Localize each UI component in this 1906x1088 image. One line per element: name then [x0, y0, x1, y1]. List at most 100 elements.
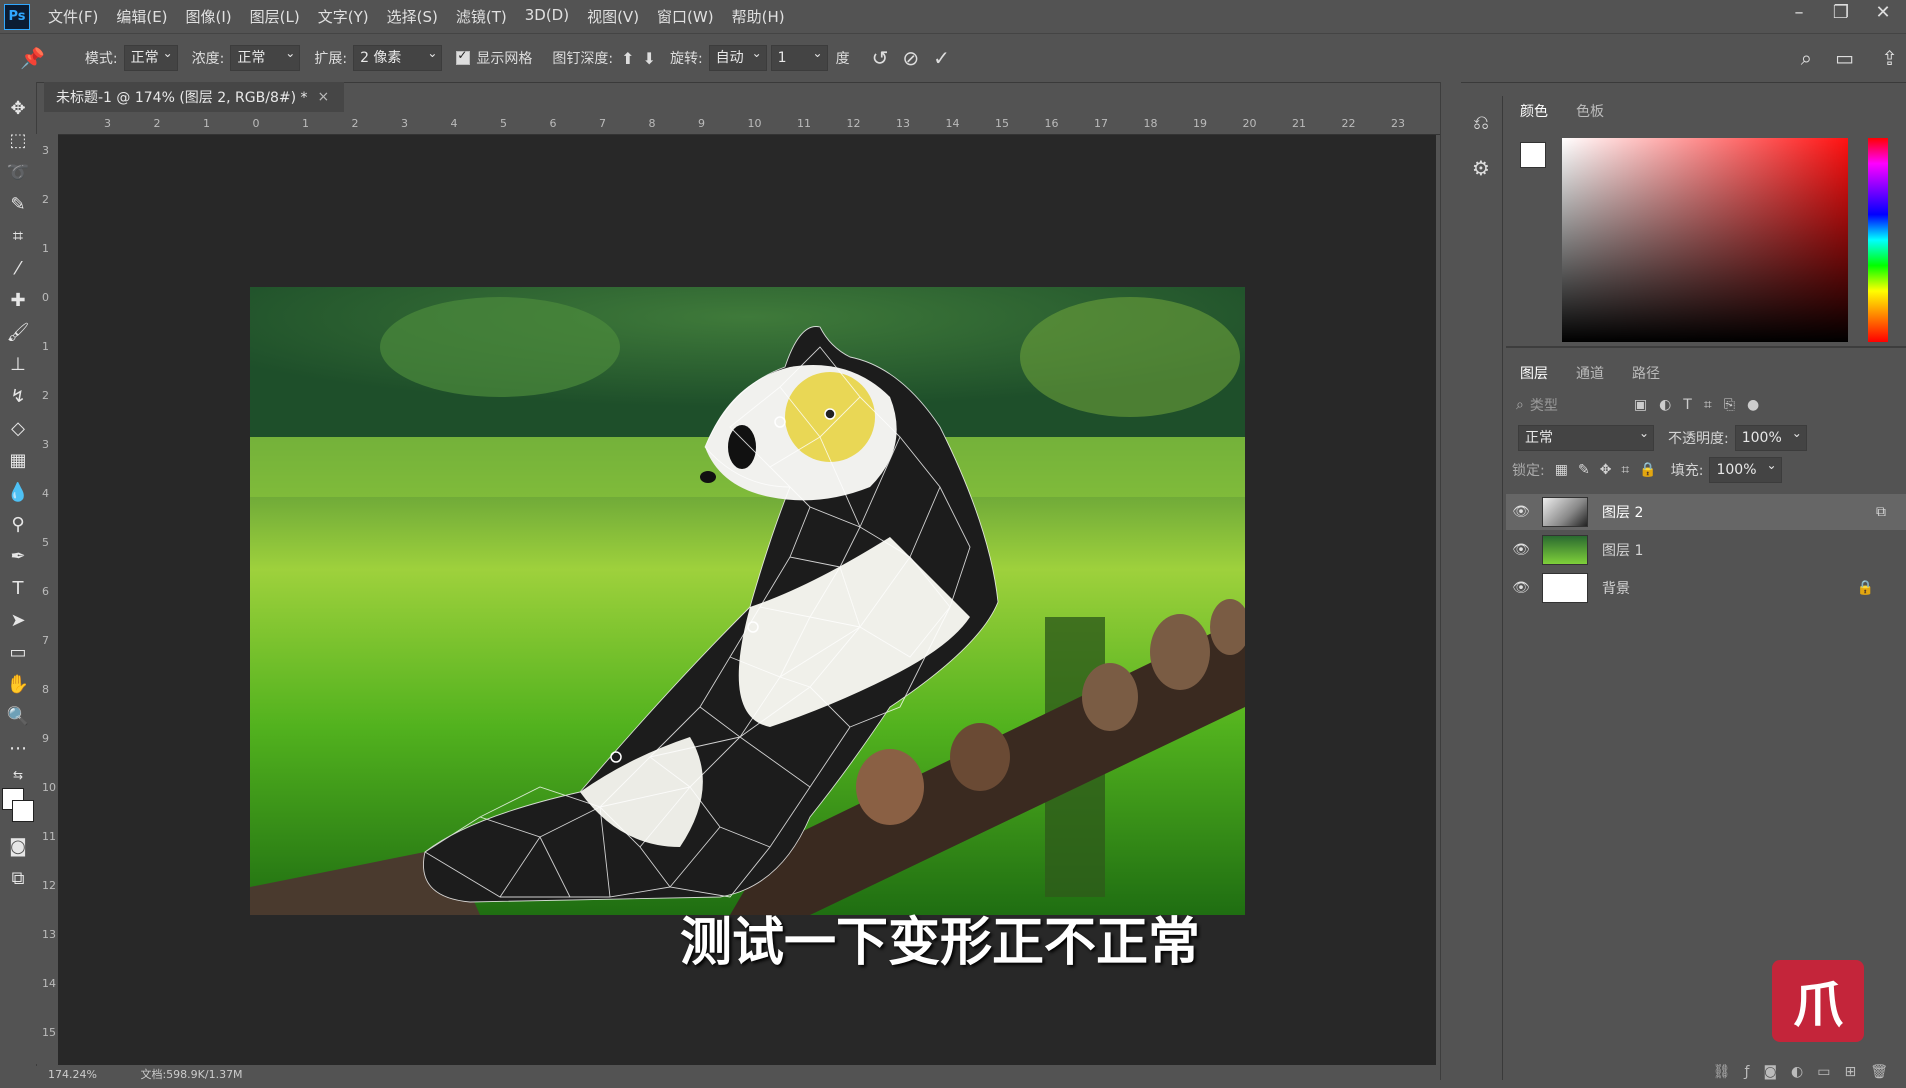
warp-pin-selected[interactable] — [824, 408, 836, 420]
menu-image[interactable]: 图像(I) — [186, 6, 232, 27]
history-panel-icon[interactable]: ⎌ — [1460, 110, 1502, 134]
shape-tool-icon[interactable]: ▭ — [0, 636, 36, 668]
swap-colors-icon[interactable]: ⇆ — [0, 764, 36, 786]
background-swatch[interactable] — [12, 800, 34, 822]
menu-help[interactable]: 帮助(H) — [732, 6, 785, 27]
pen-tool-icon[interactable]: ✒ — [0, 540, 36, 572]
density-select[interactable]: 正常 — [230, 43, 301, 71]
restore-icon[interactable]: ❐ — [1828, 2, 1854, 23]
blend-mode-select[interactable]: 正常 — [1518, 423, 1654, 451]
quick-select-tool-icon[interactable]: ✎ — [0, 188, 36, 220]
eraser-tool-icon[interactable]: ◇ — [0, 412, 36, 444]
brush-tool-icon[interactable]: 🖌 — [0, 316, 36, 348]
pin-depth-up-icon[interactable]: ⬆ — [621, 49, 634, 68]
lock-artboard-icon[interactable]: ⌗ — [1621, 462, 1629, 478]
lock-position-icon[interactable]: ✥ — [1600, 462, 1612, 478]
filter-adjust-icon[interactable]: ◐ — [1659, 397, 1671, 413]
adjustment-layer-icon[interactable]: ◐ — [1791, 1064, 1803, 1080]
rotate-select[interactable]: 自动 — [708, 43, 767, 71]
close-document-icon[interactable]: × — [318, 89, 330, 105]
menu-select[interactable]: 选择(S) — [387, 6, 438, 27]
rotate-amount-input[interactable]: 1 — [770, 43, 828, 71]
filter-pixel-icon[interactable]: ▣ — [1634, 397, 1647, 413]
hue-slider[interactable] — [1868, 138, 1888, 342]
lock-pixels-icon[interactable]: ✎ — [1578, 462, 1590, 478]
mode-select[interactable]: 正常 — [123, 43, 178, 71]
tab-channels[interactable]: 通道 — [1562, 363, 1618, 383]
document-tab[interactable]: 未标题-1 @ 174% (图层 2, RGB/8#) * × — [44, 82, 344, 112]
filter-smart-icon[interactable]: ⎘ — [1724, 397, 1735, 413]
gradient-tool-icon[interactable]: ▦ — [0, 444, 36, 476]
filter-shape-icon[interactable]: ⌗ — [1704, 397, 1712, 413]
menu-type[interactable]: 文字(Y) — [318, 6, 369, 27]
menu-window[interactable]: 窗口(W) — [657, 6, 714, 27]
layer-row[interactable]: 👁 图层 1 — [1506, 532, 1906, 568]
share-icon[interactable]: ⇪ — [1881, 46, 1898, 70]
tab-paths[interactable]: 路径 — [1618, 363, 1674, 383]
ruler-tick-label: 20 — [1242, 117, 1257, 130]
lock-all-icon[interactable]: 🔒 — [1639, 462, 1656, 478]
blur-tool-icon[interactable]: 💧 — [0, 476, 36, 508]
pin-tool-icon[interactable]: 📌 — [20, 46, 45, 70]
quick-mask-icon[interactable]: ◙ — [0, 830, 36, 862]
tab-color[interactable]: 颜色 — [1506, 101, 1562, 121]
visibility-eye-icon[interactable]: 👁 — [1506, 580, 1536, 596]
add-mask-icon[interactable]: ◙ — [1763, 1064, 1777, 1080]
visibility-eye-icon[interactable]: 👁 — [1506, 542, 1536, 558]
document-image[interactable] — [250, 287, 1245, 915]
menu-file[interactable]: 文件(F) — [48, 6, 98, 27]
zoom-level[interactable]: 174.24% — [48, 1068, 97, 1081]
expand-select[interactable]: 2 像素 — [353, 43, 443, 71]
marquee-tool-icon[interactable]: ⬚ — [0, 124, 36, 156]
new-layer-icon[interactable]: ⊞ — [1844, 1064, 1856, 1080]
filter-kind-select[interactable]: 类型 — [1530, 395, 1620, 415]
workspace-icon[interactable]: ▭ — [1835, 46, 1854, 70]
tab-layers[interactable]: 图层 — [1506, 363, 1562, 383]
search-icon[interactable]: ⌕ — [1801, 46, 1812, 70]
filter-toggle-icon[interactable]: ● — [1747, 397, 1759, 413]
commit-icon[interactable]: ✓ — [933, 46, 950, 70]
fg-bg-swatch-icon[interactable] — [1520, 142, 1546, 168]
type-tool-icon[interactable]: T — [0, 572, 36, 604]
path-select-tool-icon[interactable]: ➤ — [0, 604, 36, 636]
pin-depth-down-icon[interactable]: ⬇ — [643, 49, 656, 68]
hand-tool-icon[interactable]: ✋ — [0, 668, 36, 700]
zoom-tool-icon[interactable]: 🔍 — [0, 700, 36, 732]
ruler-tick-label: 1 — [42, 242, 49, 255]
close-window-icon[interactable]: ✕ — [1870, 2, 1896, 23]
fill-input[interactable]: 100% — [1709, 455, 1782, 483]
lasso-tool-icon[interactable]: ➰ — [0, 156, 36, 188]
undo-icon[interactable]: ↺ — [872, 46, 889, 70]
stamp-tool-icon[interactable]: ⊥ — [0, 348, 36, 380]
layer-row[interactable]: 👁 图层 2 ⧉ — [1506, 494, 1906, 530]
lock-transparent-icon[interactable]: ▦ — [1555, 462, 1568, 478]
healing-tool-icon[interactable]: ✚ — [0, 284, 36, 316]
screen-mode-icon[interactable]: ⧉ — [0, 862, 36, 894]
dodge-tool-icon[interactable]: ⚲ — [0, 508, 36, 540]
properties-panel-icon[interactable]: ⚙ — [1460, 156, 1502, 180]
show-mesh-checkbox[interactable] — [456, 48, 471, 65]
color-field[interactable] — [1562, 138, 1848, 342]
opacity-input[interactable]: 100% — [1734, 423, 1807, 451]
filter-type-icon[interactable]: T — [1683, 397, 1692, 413]
new-group-icon[interactable]: ▭ — [1817, 1064, 1830, 1080]
menu-edit[interactable]: 编辑(E) — [116, 6, 167, 27]
menu-layer[interactable]: 图层(L) — [250, 6, 300, 27]
delete-layer-icon[interactable]: 🗑 — [1870, 1064, 1888, 1080]
more-tools-icon[interactable]: ⋯ — [0, 732, 36, 764]
color-swatches[interactable] — [0, 786, 36, 830]
link-layers-icon[interactable]: ⛓ — [1713, 1064, 1731, 1080]
menu-view[interactable]: 视图(V) — [587, 6, 639, 27]
menu-3d[interactable]: 3D(D) — [525, 6, 569, 27]
menu-filter[interactable]: 滤镜(T) — [456, 6, 507, 27]
eyedropper-tool-icon[interactable]: ⁄ — [0, 252, 36, 284]
tab-swatches[interactable]: 色板 — [1562, 101, 1618, 121]
minimize-icon[interactable]: – — [1786, 2, 1812, 23]
history-brush-tool-icon[interactable]: ↯ — [0, 380, 36, 412]
cancel-icon[interactable]: ⊘ — [902, 46, 919, 70]
crop-tool-icon[interactable]: ⌗ — [0, 220, 36, 252]
layer-row[interactable]: 👁 背景 🔒 — [1506, 570, 1906, 606]
layer-style-icon[interactable]: ƒ — [1745, 1064, 1750, 1080]
visibility-eye-icon[interactable]: 👁 — [1506, 504, 1536, 520]
move-tool-icon[interactable]: ✥ — [0, 92, 36, 124]
